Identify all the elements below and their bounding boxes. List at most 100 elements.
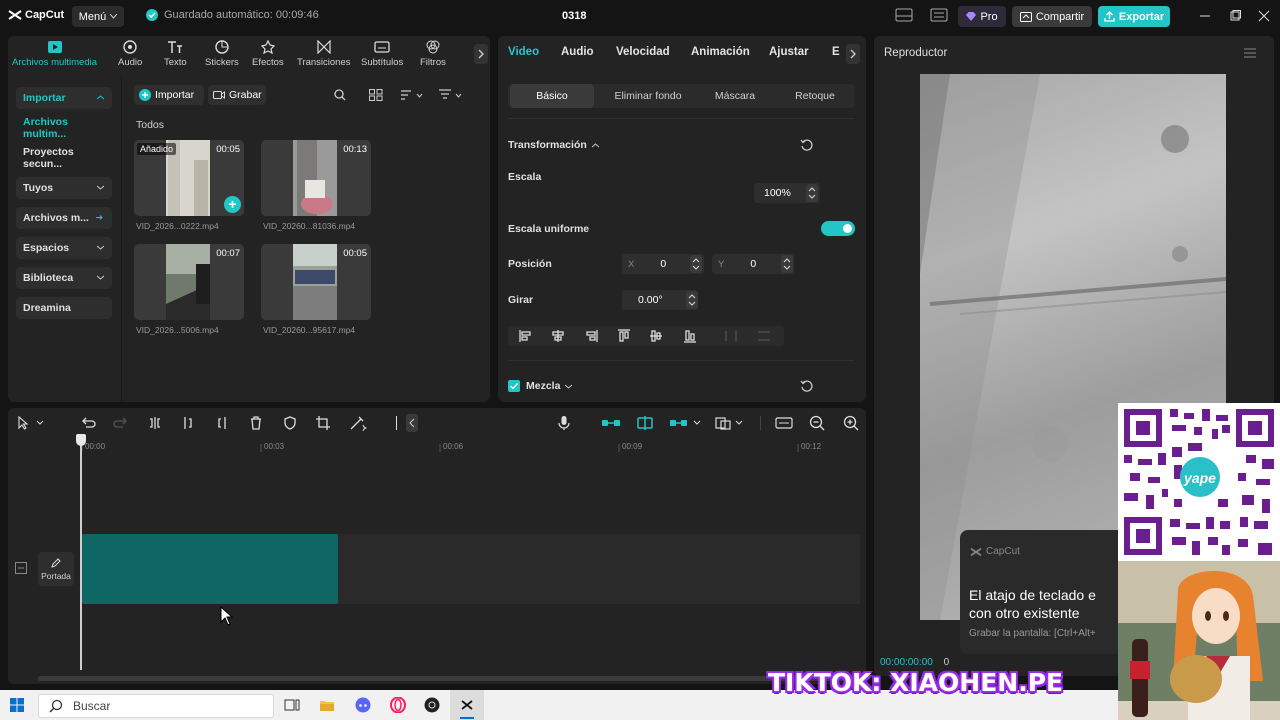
tab-speed[interactable]: Velocidad <box>616 46 670 58</box>
shield-icon[interactable] <box>282 415 298 431</box>
tab-text-label: Texto <box>164 57 187 68</box>
chevron-down-icon <box>110 14 118 19</box>
playhead-handle[interactable] <box>76 434 86 446</box>
subtab-mask[interactable]: Máscara <box>696 84 774 108</box>
sidebar-item-dreamina[interactable]: Dreamina <box>16 297 112 319</box>
distribute-v-icon <box>758 331 770 341</box>
tab-audio-props[interactable]: Audio <box>561 46 594 58</box>
track-collapse-icon[interactable] <box>15 562 27 574</box>
sidebar-item-label: Proyectos secun... <box>23 146 74 170</box>
tab-filters[interactable]: Filtros <box>420 40 446 74</box>
add-to-timeline-button[interactable]: + <box>224 196 241 213</box>
media-item[interactable]: 00:07 <box>134 244 244 320</box>
sidebar-item-media[interactable]: Archivos multim... <box>16 116 112 140</box>
opera-gx-icon[interactable] <box>390 697 406 713</box>
task-view-icon[interactable] <box>284 697 300 713</box>
timeline-scrollbar[interactable] <box>38 676 860 681</box>
shortcut-conflict-toast[interactable]: CapCut El atajo de teclado e con otro ex… <box>960 530 1130 654</box>
link-main-track-icon[interactable] <box>601 415 621 431</box>
subtab-basic[interactable]: Básico <box>510 84 594 108</box>
split-icon[interactable] <box>147 415 163 431</box>
import-button[interactable]: Importar <box>134 85 204 105</box>
magic-edit-icon[interactable] <box>349 415 367 431</box>
rotate-stepper[interactable] <box>686 291 698 309</box>
sidebar-item-projects[interactable]: Proyectos secun... <box>16 146 112 170</box>
sort-icon[interactable] <box>400 89 424 101</box>
collapse-toolbar-button[interactable] <box>406 414 418 432</box>
pro-button[interactable]: Pro <box>958 6 1006 27</box>
discord-icon[interactable] <box>355 697 371 713</box>
split-right-icon[interactable] <box>214 415 230 431</box>
record-button[interactable]: Grabar <box>208 85 266 105</box>
delete-icon[interactable] <box>248 415 264 431</box>
layout-icon[interactable] <box>895 8 913 24</box>
grid-view-icon[interactable] <box>369 89 383 101</box>
preview-axis-icon[interactable] <box>669 415 709 431</box>
sidebar-item-spaces[interactable]: Espacios <box>16 237 112 259</box>
sidebar-item-library[interactable]: Biblioteca <box>16 267 112 289</box>
blend-checkbox[interactable] <box>508 380 520 392</box>
tabs-scroll-right[interactable] <box>474 44 488 64</box>
share-button[interactable]: Compartir <box>1012 6 1092 27</box>
reset-icon[interactable] <box>800 379 814 393</box>
split-screen-icon[interactable] <box>715 415 749 431</box>
sidebar-item-files[interactable]: Archivos m... <box>16 207 112 229</box>
search-icon[interactable] <box>334 89 346 101</box>
sidebar-item-yours[interactable]: Tuyos <box>16 177 112 199</box>
props-tabs-scroll-right[interactable] <box>846 44 860 64</box>
media-item[interactable]: 00:05 <box>261 244 371 320</box>
captions-icon[interactable] <box>775 415 793 431</box>
subtab-retouch[interactable]: Retoque <box>778 84 852 108</box>
filter-icon[interactable] <box>438 89 464 101</box>
tab-stickers[interactable]: Stickers <box>205 40 239 74</box>
media-item[interactable]: 00:13 <box>261 140 371 216</box>
undo-icon[interactable] <box>80 415 96 431</box>
microphone-icon[interactable] <box>556 415 572 431</box>
tab-animation[interactable]: Animación <box>691 46 750 58</box>
uniform-scale-toggle[interactable] <box>821 221 855 236</box>
media-item[interactable]: Añadido 00:05 + <box>134 140 244 216</box>
tab-more[interactable]: E <box>832 46 840 58</box>
obs-icon[interactable] <box>424 697 440 713</box>
position-y-stepper[interactable] <box>781 255 793 273</box>
reset-icon[interactable] <box>800 138 814 152</box>
time-ruler[interactable] <box>82 442 860 452</box>
close-icon[interactable] <box>1258 10 1270 22</box>
export-button[interactable]: Exportar <box>1098 6 1170 27</box>
scale-stepper[interactable] <box>806 184 818 202</box>
zoom-in-icon[interactable] <box>843 415 859 431</box>
hamburger-menu-icon[interactable] <box>1244 48 1256 58</box>
sidebar-item-import[interactable]: Importar <box>16 87 112 109</box>
playhead[interactable] <box>80 436 82 670</box>
menu-button[interactable]: Menú <box>72 6 124 27</box>
chevron-up-icon <box>97 95 104 100</box>
file-explorer-icon[interactable] <box>319 697 335 713</box>
transform-section[interactable]: Transformación <box>508 139 599 151</box>
video-clip[interactable] <box>82 534 338 604</box>
tab-adjust[interactable]: Ajustar <box>769 46 809 58</box>
tab-effects[interactable]: Efectos <box>252 40 284 74</box>
redo-icon[interactable] <box>113 415 129 431</box>
minimize-icon[interactable] <box>1199 10 1211 22</box>
tab-subtitles[interactable]: Subtítulos <box>361 40 403 74</box>
select-tool-icon[interactable] <box>16 415 46 431</box>
tab-text[interactable]: Texto <box>164 40 187 74</box>
cover-button[interactable]: Portada <box>38 552 74 586</box>
tab-media[interactable]: Archivos multimedia <box>12 40 97 74</box>
menu-label: Menú <box>78 10 107 23</box>
shortcuts-icon[interactable] <box>930 8 948 24</box>
position-x-stepper[interactable] <box>690 255 702 273</box>
blend-section[interactable]: Mezcla <box>526 380 573 392</box>
subtab-remove-bg[interactable]: Eliminar fondo <box>600 84 696 108</box>
zoom-out-icon[interactable] <box>809 415 825 431</box>
crop-icon[interactable] <box>315 415 331 431</box>
magnet-snap-icon[interactable] <box>635 415 655 431</box>
taskbar-search[interactable]: Buscar <box>38 694 274 718</box>
tab-video[interactable]: Video <box>508 46 539 58</box>
windows-start-icon[interactable] <box>10 698 24 712</box>
tab-audio[interactable]: Audio <box>118 40 142 74</box>
split-left-icon[interactable] <box>180 415 196 431</box>
capcut-taskbar-button[interactable] <box>450 690 484 720</box>
tab-transitions[interactable]: Transiciones <box>297 40 351 74</box>
maximize-icon[interactable] <box>1229 10 1241 22</box>
